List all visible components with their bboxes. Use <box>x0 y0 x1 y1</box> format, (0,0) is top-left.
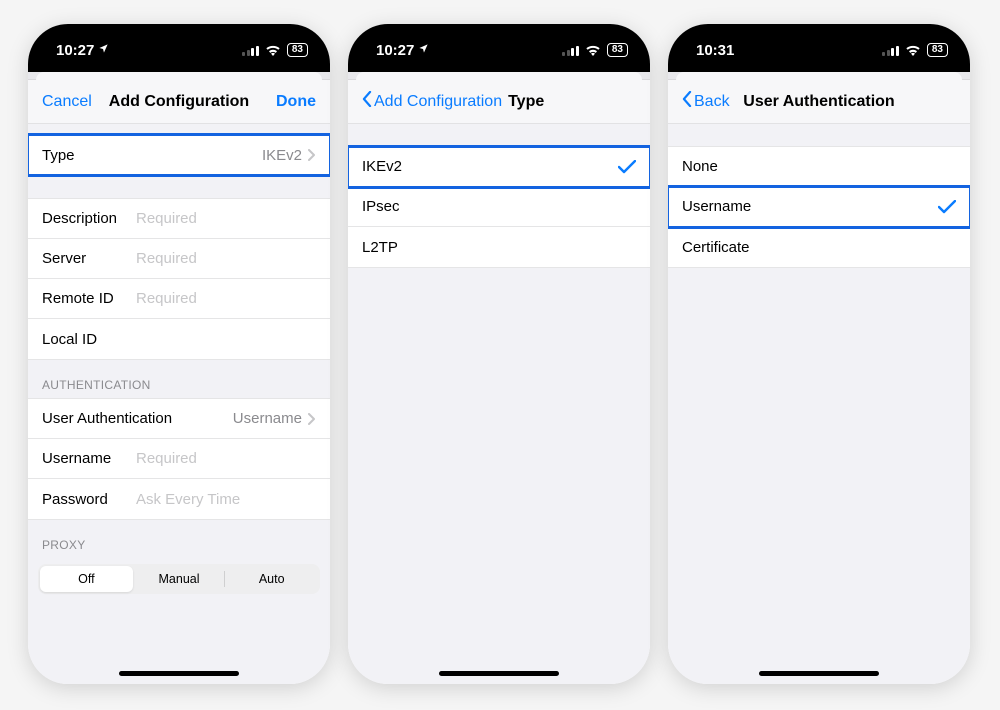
auth-option-username[interactable]: Username <box>668 187 970 227</box>
phone-type-selection: 10:27 83 Add Configuration Type IKEv2 <box>348 24 650 684</box>
option-label: Username <box>682 198 751 215</box>
username-row[interactable]: Username Required <box>28 439 330 479</box>
content-area: Type IKEv2 Description Required Server R… <box>28 124 330 684</box>
chevron-right-icon <box>308 413 316 425</box>
type-row[interactable]: Type IKEv2 <box>28 135 330 175</box>
status-time: 10:27 <box>376 42 414 59</box>
server-input[interactable]: Required <box>132 250 316 267</box>
password-row[interactable]: Password Ask Every Time <box>28 479 330 519</box>
section-header-proxy: Proxy <box>28 520 330 558</box>
proxy-segmented-control[interactable]: Off Manual Auto <box>38 564 320 594</box>
type-option-l2tp[interactable]: L2TP <box>348 227 650 267</box>
phone-add-configuration: 10:27 83 Cancel Add Configuration Done T… <box>28 24 330 684</box>
home-indicator[interactable] <box>759 671 879 676</box>
cellular-icon <box>882 45 899 56</box>
battery-indicator: 83 <box>927 43 948 57</box>
option-label: IKEv2 <box>362 158 402 175</box>
wifi-icon <box>265 44 281 56</box>
server-label: Server <box>42 250 132 267</box>
proxy-seg-off[interactable]: Off <box>40 566 133 592</box>
option-label: L2TP <box>362 239 398 256</box>
option-label: Certificate <box>682 239 750 256</box>
location-icon <box>98 43 109 57</box>
chevron-left-icon <box>362 91 372 112</box>
auth-option-certificate[interactable]: Certificate <box>668 227 970 267</box>
nav-bar: Add Configuration Type <box>348 80 650 124</box>
password-input[interactable]: Ask Every Time <box>132 491 316 508</box>
proxy-seg-manual[interactable]: Manual <box>133 566 226 592</box>
section-header-authentication: Authentication <box>28 360 330 398</box>
status-bar: 10:31 83 <box>668 24 970 72</box>
type-value: IKEv2 <box>262 147 302 164</box>
checkmark-icon <box>938 200 956 214</box>
username-input[interactable]: Required <box>132 450 316 467</box>
battery-indicator: 83 <box>607 43 628 57</box>
done-label: Done <box>276 93 316 111</box>
remote-id-input[interactable]: Required <box>132 290 316 307</box>
server-row[interactable]: Server Required <box>28 239 330 279</box>
user-authentication-label: User Authentication <box>42 410 172 427</box>
status-bar: 10:27 83 <box>348 24 650 72</box>
back-label: Back <box>694 93 730 111</box>
nav-bar: Back User Authentication <box>668 80 970 124</box>
location-icon <box>418 43 429 57</box>
type-label: Type <box>42 147 75 164</box>
status-time: 10:31 <box>696 42 734 59</box>
checkmark-icon <box>618 160 636 174</box>
back-button[interactable]: Add Configuration <box>362 91 502 112</box>
content-area: None Username Certificate <box>668 124 970 684</box>
nav-title: Type <box>502 93 576 111</box>
status-bar: 10:27 83 <box>28 24 330 72</box>
type-option-ikev2[interactable]: IKEv2 <box>348 147 650 187</box>
back-button[interactable]: Back <box>682 91 742 112</box>
home-indicator[interactable] <box>439 671 559 676</box>
remote-id-label: Remote ID <box>42 290 132 307</box>
proxy-seg-auto[interactable]: Auto <box>225 566 318 592</box>
chevron-right-icon <box>308 149 316 161</box>
battery-indicator: 83 <box>287 43 308 57</box>
done-button[interactable]: Done <box>256 93 316 111</box>
description-label: Description <box>42 210 132 227</box>
content-area: IKEv2 IPsec L2TP <box>348 124 650 684</box>
cellular-icon <box>562 45 579 56</box>
cancel-label: Cancel <box>42 93 92 111</box>
status-time: 10:27 <box>56 42 94 59</box>
phone-user-authentication: 10:31 83 Back User Authentication None U… <box>668 24 970 684</box>
local-id-label: Local ID <box>42 331 132 348</box>
user-authentication-row[interactable]: User Authentication Username <box>28 399 330 439</box>
option-label: None <box>682 158 718 175</box>
sheet-grabber-area <box>348 72 650 80</box>
type-option-ipsec[interactable]: IPsec <box>348 187 650 227</box>
wifi-icon <box>905 44 921 56</box>
sheet-grabber-area <box>668 72 970 80</box>
description-input[interactable]: Required <box>132 210 316 227</box>
back-label: Add Configuration <box>374 93 502 111</box>
wifi-icon <box>585 44 601 56</box>
cancel-button[interactable]: Cancel <box>42 93 102 111</box>
chevron-left-icon <box>682 91 692 112</box>
nav-bar: Cancel Add Configuration Done <box>28 80 330 124</box>
user-authentication-value: Username <box>233 410 302 427</box>
remote-id-row[interactable]: Remote ID Required <box>28 279 330 319</box>
home-indicator[interactable] <box>119 671 239 676</box>
cellular-icon <box>242 45 259 56</box>
sheet-grabber-area <box>28 72 330 80</box>
username-label: Username <box>42 450 132 467</box>
option-label: IPsec <box>362 198 400 215</box>
description-row[interactable]: Description Required <box>28 199 330 239</box>
password-label: Password <box>42 491 132 508</box>
local-id-row[interactable]: Local ID <box>28 319 330 359</box>
auth-option-none[interactable]: None <box>668 147 970 187</box>
